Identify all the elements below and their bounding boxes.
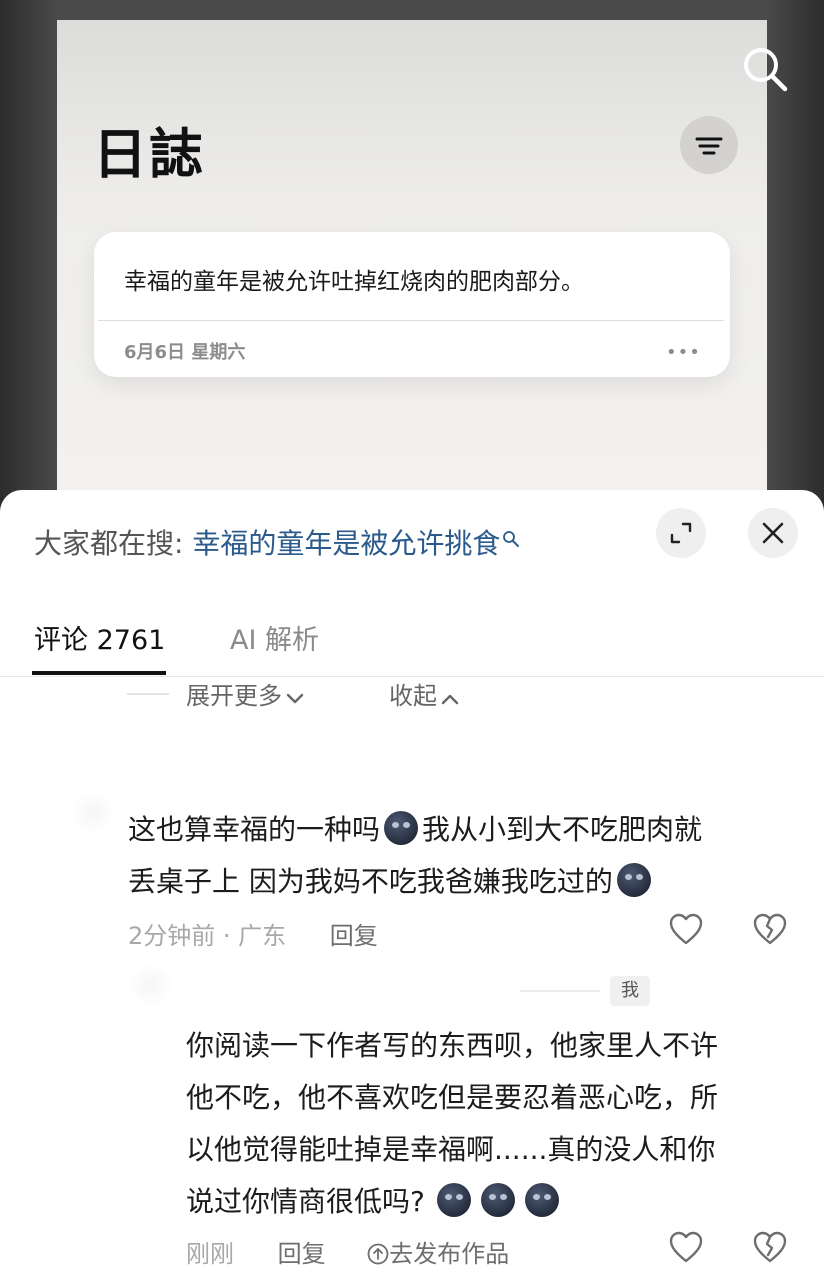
- author-name: [520, 990, 600, 992]
- new-moon-face-icon: [480, 1183, 515, 1217]
- comment-text: 你阅读一下作者写的东西呗，他家里人不许 他不吃，他不喜欢吃但是要忍着恶心吃，所 …: [186, 1020, 796, 1228]
- entry-text: 幸福的童年是被允许吐掉红烧肉的肥肉部分。: [124, 269, 584, 295]
- dislike-broken-heart-icon[interactable]: [752, 1230, 788, 1268]
- entry-divider: [98, 320, 724, 321]
- comment-text-part: 他不吃，他不喜欢吃但是要忍着恶心吃，所: [186, 1081, 719, 1114]
- collapse-replies-button[interactable]: 收起: [389, 676, 459, 711]
- chevron-down-icon: [286, 683, 304, 711]
- comment-text-part: 我从小到大不吃肥肉就: [422, 813, 703, 846]
- new-moon-face-icon: [616, 863, 651, 897]
- tab-comments[interactable]: 评论 2761: [34, 618, 165, 657]
- trending-search-separator: :: [174, 527, 184, 560]
- entry-date: 6月6日 星期六: [124, 342, 246, 363]
- like-heart-icon[interactable]: [668, 1230, 704, 1268]
- chevron-up-icon: [441, 683, 459, 711]
- comment-time: 2分钟前 · 广东: [128, 922, 287, 950]
- active-tab-indicator: [32, 671, 166, 675]
- publish-work-label: 去发布作品: [389, 1240, 510, 1268]
- comment-meta: 刚刚 回复 去发布作品: [186, 1234, 509, 1269]
- author-badge-me: 我: [610, 976, 650, 1006]
- comment-text-part: 丢桌子上 因为我妈不吃我爸嫌我吃过的: [128, 865, 613, 898]
- comment-time: 刚刚: [186, 1240, 234, 1268]
- entry-more-icon: •••: [666, 342, 701, 363]
- search-small-icon: [502, 522, 520, 555]
- dislike-broken-heart-icon[interactable]: [752, 912, 788, 950]
- journal-title: 日誌: [93, 123, 205, 186]
- expand-divider: [127, 693, 169, 695]
- tab-ai-analysis[interactable]: AI 解析: [230, 618, 319, 657]
- journal-screen: 日誌 幸福的童年是被允许吐掉红烧肉的肥肉部分。 6月6日 星期六 •••: [57, 20, 767, 520]
- avatar[interactable]: [128, 962, 174, 1008]
- publish-work-button[interactable]: 去发布作品: [367, 1240, 509, 1268]
- filter-menu-button: [680, 116, 738, 174]
- comment-sheet: 大家都在搜: 幸福的童年是被允许挑食 评论 2761 AI 解析 展开更多 收起…: [0, 490, 824, 1280]
- expand-more-replies-button[interactable]: 展开更多: [186, 676, 304, 711]
- comment-text: 这也算幸福的一种吗 我从小到大不吃肥肉就 丢桌子上 因为我妈不吃我爸嫌我吃过的: [128, 804, 788, 908]
- search-icon[interactable]: [740, 44, 790, 98]
- new-moon-face-icon: [436, 1183, 471, 1217]
- collapse-label: 收起: [389, 682, 437, 710]
- comment-text-part: 说过你情商很低吗?: [186, 1185, 425, 1218]
- avatar[interactable]: [70, 790, 116, 836]
- expand-more-label: 展开更多: [186, 682, 282, 710]
- trending-search-label: 大家都在搜: [34, 527, 175, 560]
- expand-sheet-button[interactable]: [656, 508, 706, 558]
- comment-text-part: 这也算幸福的一种吗: [128, 813, 381, 846]
- comment-text-part: 以他觉得能吐掉是幸福啊......真的没人和你: [186, 1133, 716, 1166]
- journal-entry-card: 幸福的童年是被允许吐掉红烧肉的肥肉部分。 6月6日 星期六 •••: [94, 232, 730, 377]
- reply-button[interactable]: 回复: [330, 922, 378, 950]
- comment-text-part: 你阅读一下作者写的东西呗，他家里人不许: [186, 1029, 719, 1062]
- trending-search-bar[interactable]: 大家都在搜: 幸福的童年是被允许挑食: [34, 522, 520, 562]
- video-preview[interactable]: 日誌 幸福的童年是被允许吐掉红烧肉的肥肉部分。 6月6日 星期六 •••: [0, 0, 824, 520]
- reply-button[interactable]: 回复: [278, 1240, 326, 1268]
- close-sheet-button[interactable]: [748, 508, 798, 558]
- comment-meta: 2分钟前 · 广东 回复: [128, 916, 378, 951]
- trending-search-term[interactable]: 幸福的童年是被允许挑食: [192, 527, 500, 560]
- new-moon-face-icon: [524, 1183, 559, 1217]
- like-heart-icon[interactable]: [668, 912, 704, 950]
- upload-circle-icon: [367, 1240, 389, 1268]
- new-moon-face-icon: [384, 811, 419, 845]
